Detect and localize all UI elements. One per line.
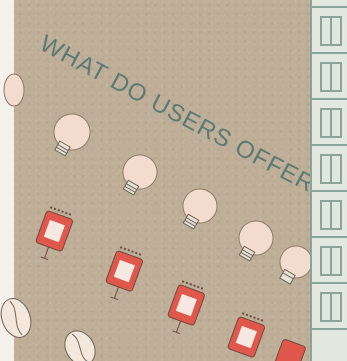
building-ledge — [312, 98, 347, 100]
window — [320, 108, 342, 138]
window — [320, 16, 342, 46]
building-ledge — [312, 236, 347, 238]
window — [320, 246, 342, 276]
window — [320, 62, 342, 92]
illustration — [0, 73, 313, 361]
window — [320, 154, 342, 184]
window — [320, 200, 342, 230]
building-ledge — [312, 52, 347, 54]
red-sign-icon — [273, 339, 306, 361]
building-ledge — [312, 190, 347, 192]
red-sign-icon — [167, 280, 206, 335]
lightbulb-icon — [53, 113, 91, 157]
lightbulb-icon — [182, 188, 218, 230]
building-ledge — [312, 282, 347, 284]
building-ledge — [312, 6, 347, 8]
lightbulb-icon — [238, 220, 274, 262]
building-ledge — [312, 144, 347, 146]
red-sign-icon — [105, 246, 144, 301]
lightbulb-icon — [3, 73, 25, 107]
red-sign-icon — [35, 206, 74, 261]
red-sign-icon — [227, 312, 266, 358]
coffee-bean-icon — [64, 330, 96, 361]
coffee-bean-icon — [0, 298, 32, 338]
building-facade — [310, 0, 347, 361]
building-ledge — [312, 328, 347, 330]
window — [320, 292, 342, 322]
lightbulb-icon — [122, 154, 158, 196]
